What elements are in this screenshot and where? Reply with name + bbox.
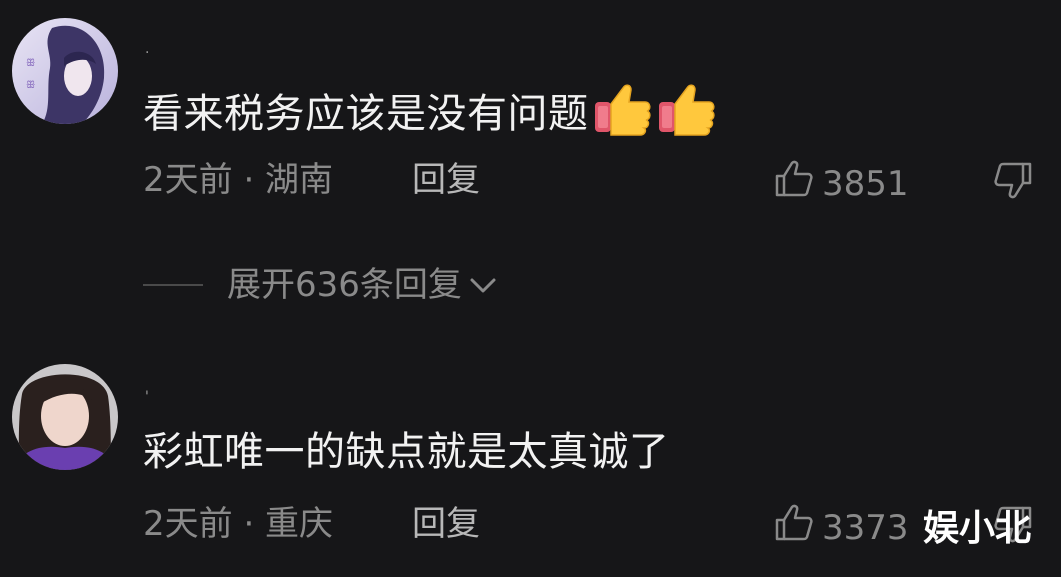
thumbs-up-emoji-icon	[657, 80, 717, 147]
svg-text:ꕥ: ꕥ	[26, 58, 35, 69]
like-count: 3851	[822, 163, 909, 204]
like-button[interactable]: 3373	[774, 504, 909, 551]
avatar[interactable]: ꕥ ꕥ	[12, 18, 118, 124]
watermark-text: 娱小北	[923, 508, 1032, 549]
reply-button[interactable]: 回复	[412, 160, 480, 200]
dislike-button[interactable]	[993, 160, 1033, 204]
thumbs-down-outline-icon	[993, 162, 1033, 204]
reply-button[interactable]: 回复	[412, 504, 480, 544]
thumbs-up-emoji-icon	[593, 80, 653, 147]
thumbs-up-outline-icon	[774, 160, 822, 207]
svg-text:ꕥ: ꕥ	[26, 80, 35, 91]
comment-time-location: 2天前 · 重庆	[143, 504, 334, 544]
comment-text-content: 彩虹唯一的缺点就是太真诚了	[143, 429, 670, 475]
like-count: 3373	[822, 507, 909, 548]
comment-text: 彩虹唯一的缺点就是太真诚了	[143, 428, 670, 476]
comment-text: 看来税务应该是没有问题	[143, 80, 717, 147]
comment-item: ꕥ ꕥ . 看来税务应该是没有问题 2天前 · 湖南 回复 3851	[0, 0, 1061, 240]
divider-line	[143, 284, 203, 286]
expand-replies-label: 展开636条回复	[227, 265, 462, 305]
comment-item: ' 彩虹唯一的缺点就是太真诚了 2天前 · 重庆 回复 3373	[0, 340, 1061, 577]
avatar[interactable]	[12, 364, 118, 470]
like-button[interactable]: 3851	[774, 160, 909, 207]
username[interactable]: '	[145, 390, 149, 404]
username[interactable]: .	[145, 42, 149, 56]
comment-text-content: 看来税务应该是没有问题	[143, 90, 589, 137]
expand-replies-button[interactable]: 展开636条回复	[143, 263, 498, 307]
thumbs-up-outline-icon	[774, 504, 822, 551]
chevron-down-icon	[468, 274, 498, 296]
comment-time-location: 2天前 · 湖南	[143, 160, 334, 200]
